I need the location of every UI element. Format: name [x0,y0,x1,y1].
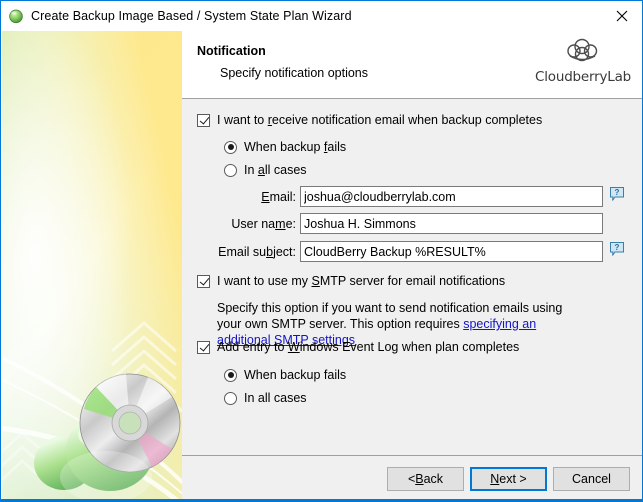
eventlog-radio-when-backup-fails[interactable]: When backup fails [224,368,346,382]
wizard-content: Notification Specify notification option… [182,31,642,501]
page-subtitle: Specify notification options [220,66,369,80]
email-help-icon[interactable]: ? [609,186,625,202]
page-title: Notification [197,44,266,58]
back-button[interactable]: < Back [387,467,464,491]
window-title: Create Backup Image Based / System State… [31,9,352,23]
brand-name: CloudberryLab [535,69,632,85]
wizard-window: Create Backup Image Based / System State… [0,0,643,502]
user-name-input[interactable] [300,213,603,234]
email-input[interactable] [300,186,603,207]
radio-label: When backup fails [244,368,347,382]
wizard-banner-artwork [2,31,182,501]
user-name-field-label: User name: [231,217,296,231]
brand-logo: CloudberryLab [535,36,631,85]
checkbox-box [197,340,210,354]
email-radio-in-all-cases[interactable]: In all cases [224,163,307,177]
email-subject-field-label: Email subject: [218,245,296,259]
cloudberry-cloud-icon [535,36,631,68]
checkbox-box [197,113,210,127]
next-button[interactable]: Next > [470,467,547,491]
add-event-log-entry-checkbox[interactable]: Add entry to Windows Event Log when plan… [197,340,519,354]
use-smtp-server-checkbox[interactable]: I want to use my SMTP server for email n… [197,274,505,288]
options-panel: I want to receive notification email whe… [182,100,642,455]
cancel-button[interactable]: Cancel [553,467,630,491]
email-radio-when-backup-fails[interactable]: When backup fails [224,140,346,154]
checkbox-label: I want to receive notification email whe… [217,113,543,127]
title-bar: Create Backup Image Based / System State… [1,1,642,31]
radio-dot [224,391,237,405]
radio-dot [224,140,237,154]
checkbox-label: I want to use my SMTP server for email n… [217,274,506,288]
eventlog-radio-in-all-cases[interactable]: In all cases [224,391,307,405]
receive-email-notification-checkbox[interactable]: I want to receive notification email whe… [197,113,542,127]
radio-label: In all cases [244,391,307,405]
radio-dot [224,368,237,382]
checkbox-label: Add entry to Windows Event Log when plan… [217,340,520,354]
wizard-header: Notification Specify notification option… [182,31,642,99]
radio-label: In all cases [244,163,307,177]
window-bottom-accent [1,499,642,501]
email-subject-input[interactable] [300,241,603,262]
radio-dot [224,163,237,177]
cloud-sphere-icon [8,8,24,24]
email-subject-help-icon[interactable]: ? [609,241,625,257]
email-field-label: Email: [261,190,296,204]
close-button[interactable] [599,1,642,30]
svg-text:?: ? [615,243,620,252]
checkbox-box [197,274,210,288]
radio-label: When backup fails [244,140,347,154]
svg-text:?: ? [615,188,620,197]
wizard-footer: < Back Next > Cancel [182,455,642,501]
